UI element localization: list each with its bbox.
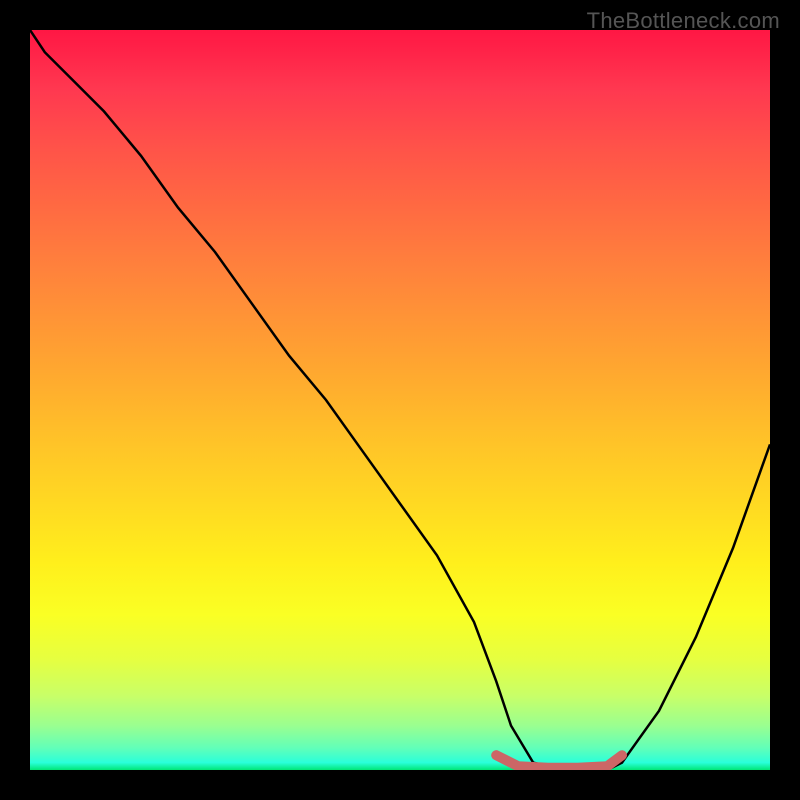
- ideal-band-path: [496, 755, 622, 768]
- watermark-text: TheBottleneck.com: [587, 8, 780, 34]
- curve-svg: [30, 30, 770, 770]
- bottleneck-curve-path: [30, 30, 770, 770]
- chart-container: TheBottleneck.com: [0, 0, 800, 800]
- plot-area: [30, 30, 770, 770]
